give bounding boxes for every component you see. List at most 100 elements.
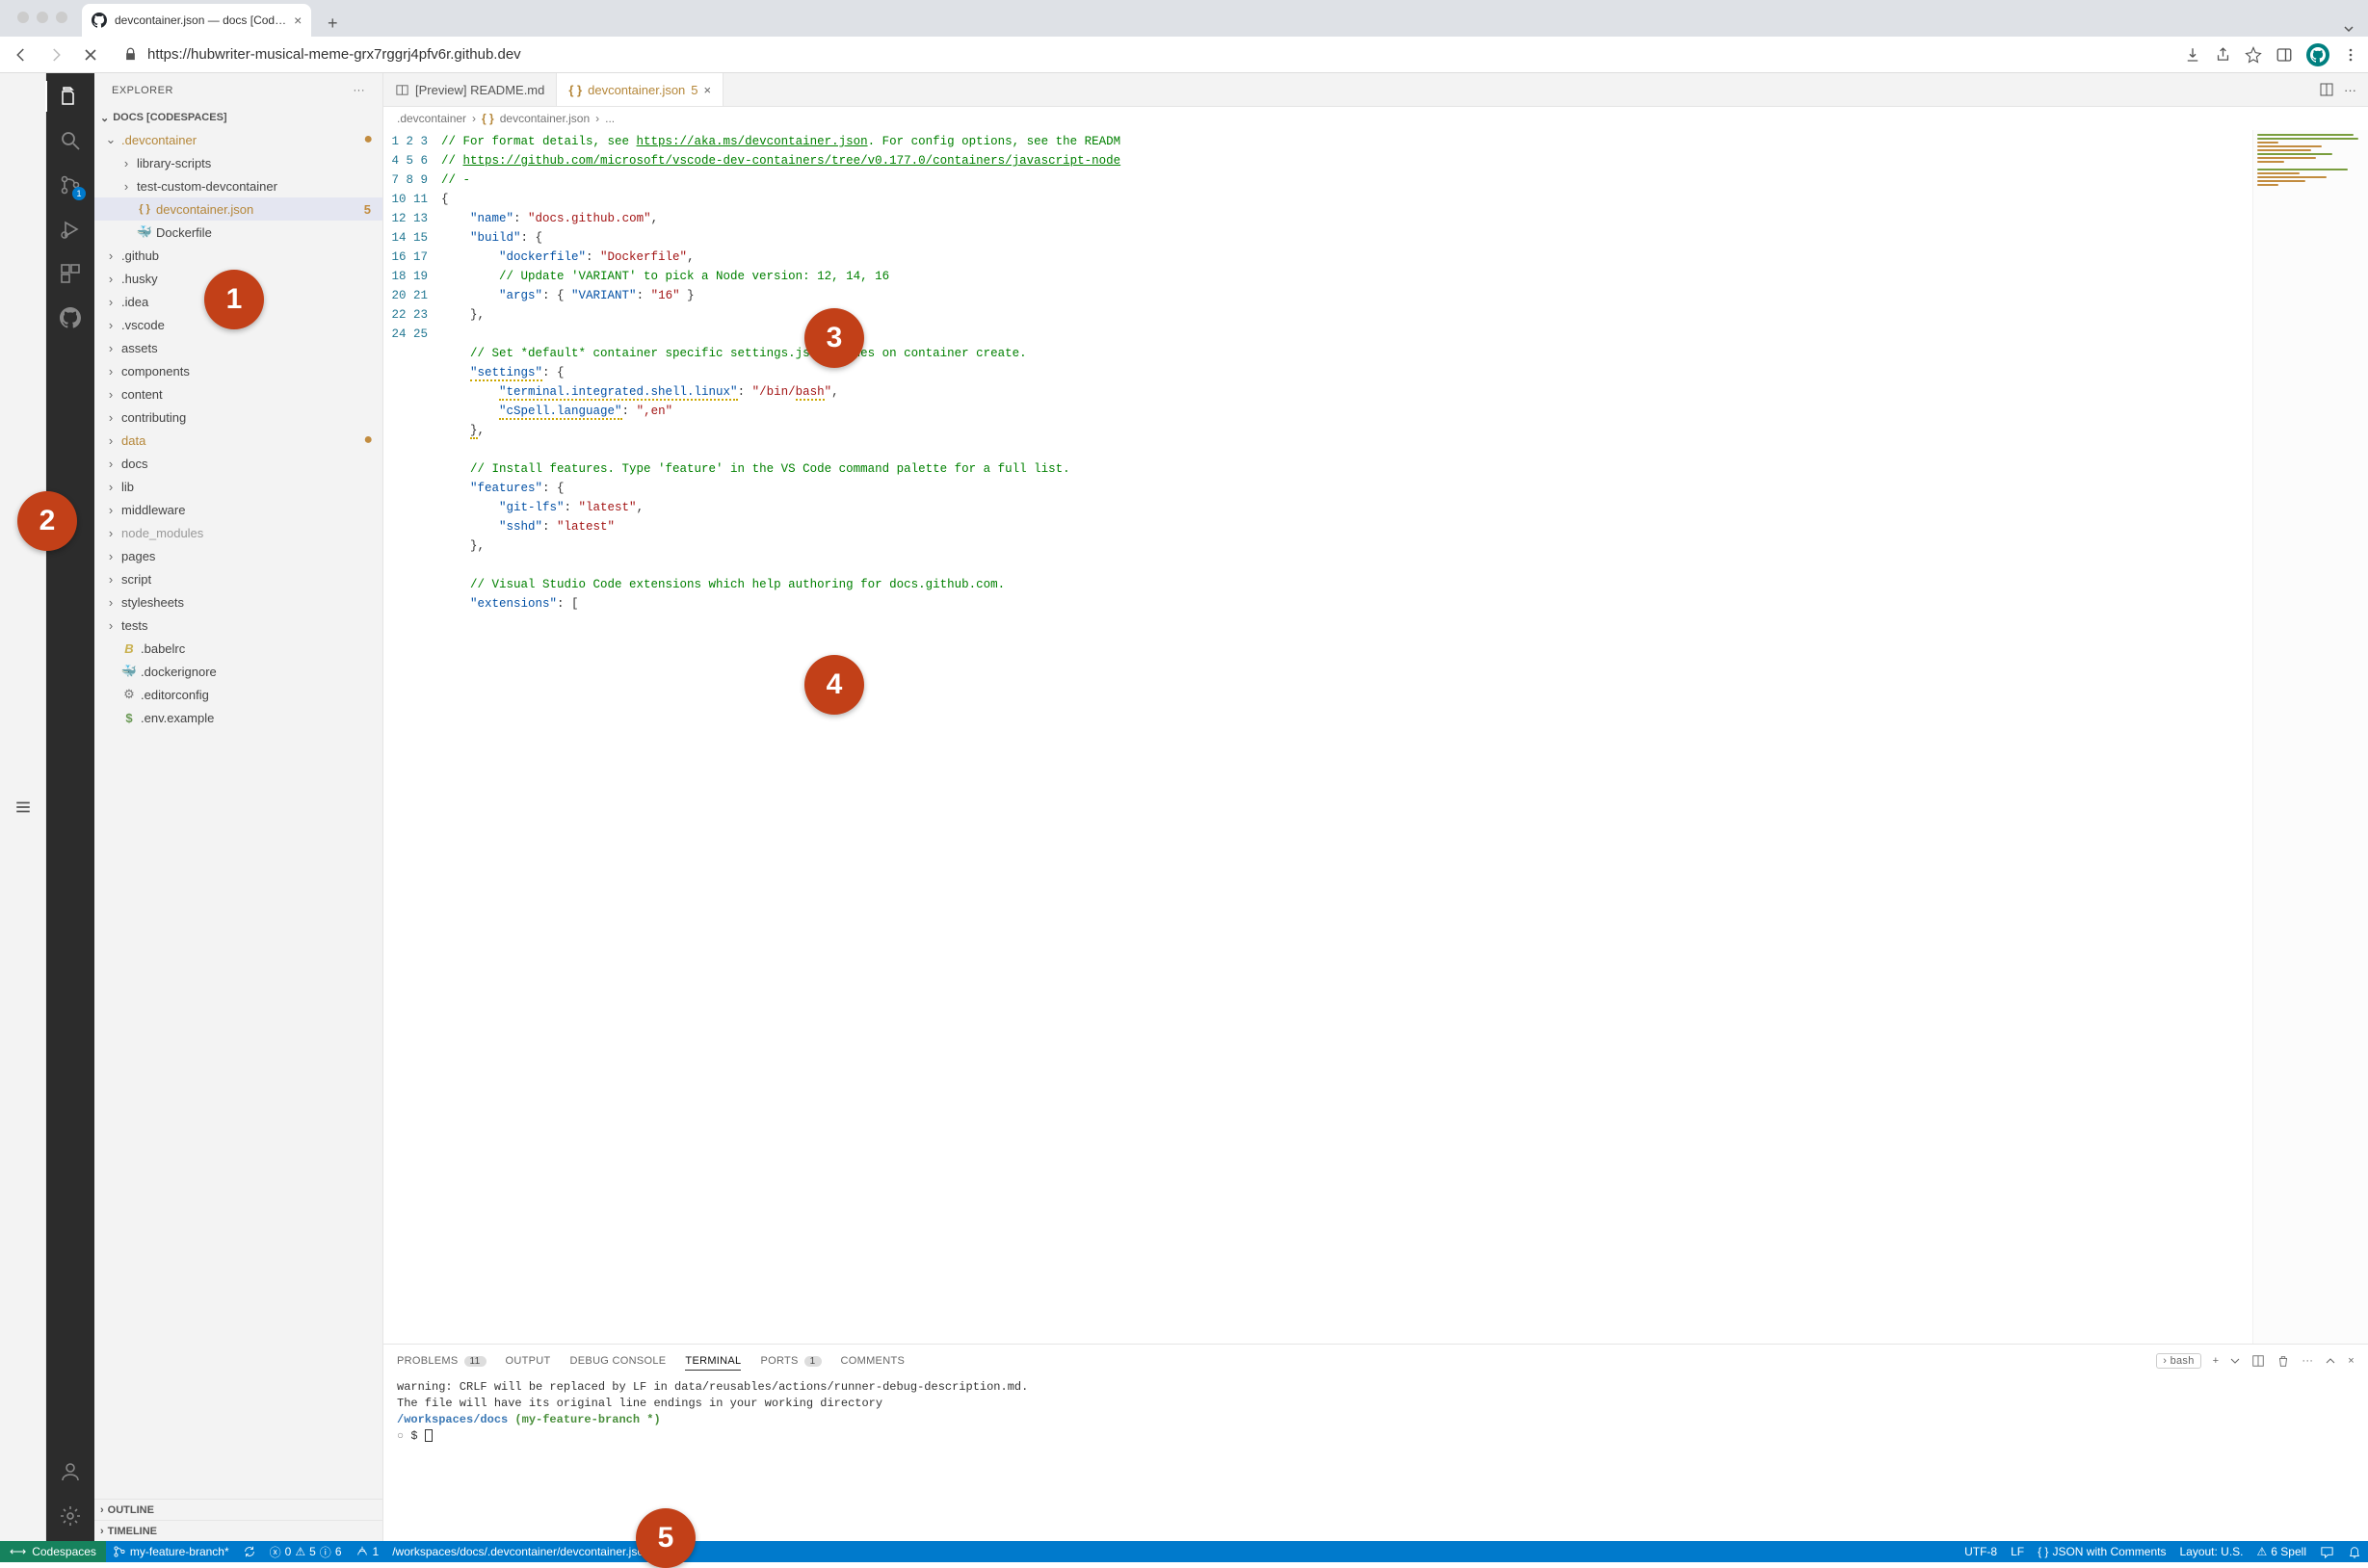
folder-row[interactable]: ›library-scripts bbox=[94, 151, 382, 174]
accounts-activity-icon[interactable] bbox=[57, 1458, 84, 1485]
folder-row[interactable]: ›script bbox=[94, 567, 382, 590]
folder-row[interactable]: ›node_modules bbox=[94, 521, 382, 544]
scm-badge: 1 bbox=[72, 187, 86, 200]
line-gutter: 1 2 3 4 5 6 7 8 9 10 11 12 13 14 15 16 1… bbox=[383, 130, 441, 1344]
status-feedback-icon[interactable] bbox=[2313, 1541, 2341, 1562]
file-row[interactable]: { }devcontainer.json5 bbox=[94, 197, 382, 221]
status-codespaces[interactable]: ⟷Codespaces bbox=[0, 1541, 106, 1562]
panel-more-icon[interactable]: ··· bbox=[2302, 1355, 2313, 1367]
browser-tab-active[interactable]: devcontainer.json — docs [Cod… × bbox=[82, 4, 311, 37]
traffic-close[interactable] bbox=[17, 12, 29, 23]
status-lang[interactable]: { }JSON with Comments bbox=[2031, 1541, 2172, 1562]
share-icon[interactable] bbox=[2215, 46, 2231, 63]
activity-bar: 1 bbox=[46, 73, 94, 1541]
timeline-section[interactable]: ›TIMELINE bbox=[94, 1520, 382, 1541]
bottom-panel: PROBLEMS11 OUTPUT DEBUG CONSOLE TERMINAL… bbox=[383, 1344, 2368, 1541]
download-icon[interactable] bbox=[2184, 46, 2201, 64]
status-bell-icon[interactable] bbox=[2341, 1541, 2368, 1562]
editor-more-icon[interactable]: ··· bbox=[2344, 83, 2356, 97]
code-content[interactable]: // For format details, see https://aka.m… bbox=[441, 130, 2252, 1344]
folder-row[interactable]: ›contributing bbox=[94, 405, 382, 429]
file-row[interactable]: $.env.example bbox=[94, 706, 382, 729]
status-branch[interactable]: my-feature-branch* bbox=[106, 1541, 236, 1562]
tab-ports[interactable]: PORTS1 bbox=[760, 1355, 821, 1367]
folder-row[interactable]: ›data● bbox=[94, 429, 382, 452]
tab-preview-readme[interactable]: [Preview] README.md bbox=[383, 73, 557, 106]
back-button[interactable] bbox=[10, 43, 33, 66]
menu-icon[interactable] bbox=[2343, 47, 2358, 63]
address-bar: https://hubwriter-musical-meme-grx7rggrj… bbox=[0, 37, 2368, 73]
status-spell[interactable]: ⚠6 Spell bbox=[2250, 1541, 2313, 1562]
json-icon: { } bbox=[568, 83, 582, 97]
status-filepath[interactable]: /workspaces/docs/.devcontainer/devcontai… bbox=[385, 1541, 657, 1562]
settings-activity-icon[interactable] bbox=[57, 1503, 84, 1529]
status-encoding[interactable]: UTF-8 bbox=[1958, 1541, 2004, 1562]
terminal-dropdown-icon[interactable] bbox=[2230, 1356, 2240, 1366]
folder-row[interactable]: ›pages bbox=[94, 544, 382, 567]
kill-terminal-icon[interactable] bbox=[2276, 1354, 2290, 1368]
status-eol[interactable]: LF bbox=[2004, 1541, 2031, 1562]
source-control-activity-icon[interactable]: 1 bbox=[57, 171, 84, 198]
close-panel-icon[interactable]: × bbox=[2348, 1355, 2355, 1367]
file-row[interactable]: B.babelrc bbox=[94, 637, 382, 660]
terminal-shell-label[interactable]: › bash bbox=[2156, 1353, 2200, 1369]
status-layout[interactable]: Layout: U.S. bbox=[2172, 1541, 2250, 1562]
breadcrumbs[interactable]: .devcontainer› { } devcontainer.json› ..… bbox=[383, 107, 2368, 130]
explorer-activity-icon[interactable] bbox=[57, 83, 84, 110]
tab-problems[interactable]: PROBLEMS11 bbox=[397, 1355, 487, 1367]
panel-icon[interactable] bbox=[2276, 46, 2293, 64]
outline-section[interactable]: ›OUTLINE bbox=[94, 1499, 382, 1520]
url-text: https://hubwriter-musical-meme-grx7rggrj… bbox=[147, 46, 521, 63]
star-icon[interactable] bbox=[2245, 46, 2262, 64]
traffic-min[interactable] bbox=[37, 12, 48, 23]
tab-terminal[interactable]: TERMINAL bbox=[685, 1355, 741, 1371]
folder-row[interactable]: ›assets bbox=[94, 336, 382, 359]
traffic-max[interactable] bbox=[56, 12, 67, 23]
file-tree[interactable]: ⌄.devcontainer●›library-scripts›test-cus… bbox=[94, 128, 382, 1499]
github-favicon-icon bbox=[92, 13, 107, 28]
profile-avatar[interactable] bbox=[2306, 43, 2329, 66]
minimap[interactable] bbox=[2252, 130, 2368, 1344]
explorer-section[interactable]: ⌄DOCS [CODESPACES] bbox=[94, 107, 382, 128]
status-sync[interactable] bbox=[236, 1541, 263, 1562]
close-tab-icon[interactable]: × bbox=[294, 13, 302, 28]
folder-row[interactable]: ›content bbox=[94, 382, 382, 405]
file-row[interactable]: 🐳.dockerignore bbox=[94, 660, 382, 683]
folder-row[interactable]: ›middleware bbox=[94, 498, 382, 521]
split-editor-icon[interactable] bbox=[2319, 82, 2334, 97]
new-terminal-icon[interactable]: + bbox=[2213, 1355, 2220, 1367]
status-problems[interactable]: ⓧ0 ⚠5 ⓘ6 bbox=[263, 1541, 349, 1562]
status-ports[interactable]: 1 bbox=[349, 1541, 386, 1562]
run-debug-activity-icon[interactable] bbox=[57, 216, 84, 243]
close-tab-icon[interactable]: × bbox=[704, 83, 712, 97]
folder-row[interactable]: ›docs bbox=[94, 452, 382, 475]
tab-chevron-icon[interactable] bbox=[2341, 21, 2356, 37]
status-bar: ⟷Codespaces my-feature-branch* ⓧ0 ⚠5 ⓘ6 … bbox=[0, 1541, 2368, 1562]
stop-reload-button[interactable] bbox=[79, 43, 102, 66]
explorer-more-icon[interactable]: ··· bbox=[354, 85, 366, 96]
folder-row[interactable]: ›test-custom-devcontainer bbox=[94, 174, 382, 197]
split-terminal-icon[interactable] bbox=[2251, 1354, 2265, 1368]
hamburger-icon[interactable] bbox=[14, 798, 32, 816]
search-activity-icon[interactable] bbox=[57, 127, 84, 154]
file-row[interactable]: 🐳Dockerfile bbox=[94, 221, 382, 244]
folder-row[interactable]: ⌄.devcontainer● bbox=[94, 128, 382, 151]
callout-5: 5 bbox=[636, 1508, 696, 1568]
maximize-panel-icon[interactable] bbox=[2325, 1355, 2336, 1367]
folder-row[interactable]: ›components bbox=[94, 359, 382, 382]
url-input[interactable]: https://hubwriter-musical-meme-grx7rggrj… bbox=[114, 46, 2172, 63]
code-editor[interactable]: 1 2 3 4 5 6 7 8 9 10 11 12 13 14 15 16 1… bbox=[383, 130, 2368, 1344]
tab-comments[interactable]: COMMENTS bbox=[841, 1355, 906, 1367]
extensions-activity-icon[interactable] bbox=[57, 260, 84, 287]
forward-button[interactable] bbox=[44, 43, 67, 66]
folder-row[interactable]: ›tests bbox=[94, 614, 382, 637]
folder-row[interactable]: ›stylesheets bbox=[94, 590, 382, 614]
github-activity-icon[interactable] bbox=[57, 304, 84, 331]
file-row[interactable]: ⚙.editorconfig bbox=[94, 683, 382, 706]
new-tab-button[interactable]: + bbox=[319, 10, 346, 37]
tab-output[interactable]: OUTPUT bbox=[506, 1355, 551, 1367]
folder-row[interactable]: ›.github bbox=[94, 244, 382, 267]
folder-row[interactable]: ›lib bbox=[94, 475, 382, 498]
tab-devcontainer[interactable]: { } devcontainer.json 5 × bbox=[557, 73, 724, 106]
tab-debug-console[interactable]: DEBUG CONSOLE bbox=[570, 1355, 667, 1367]
